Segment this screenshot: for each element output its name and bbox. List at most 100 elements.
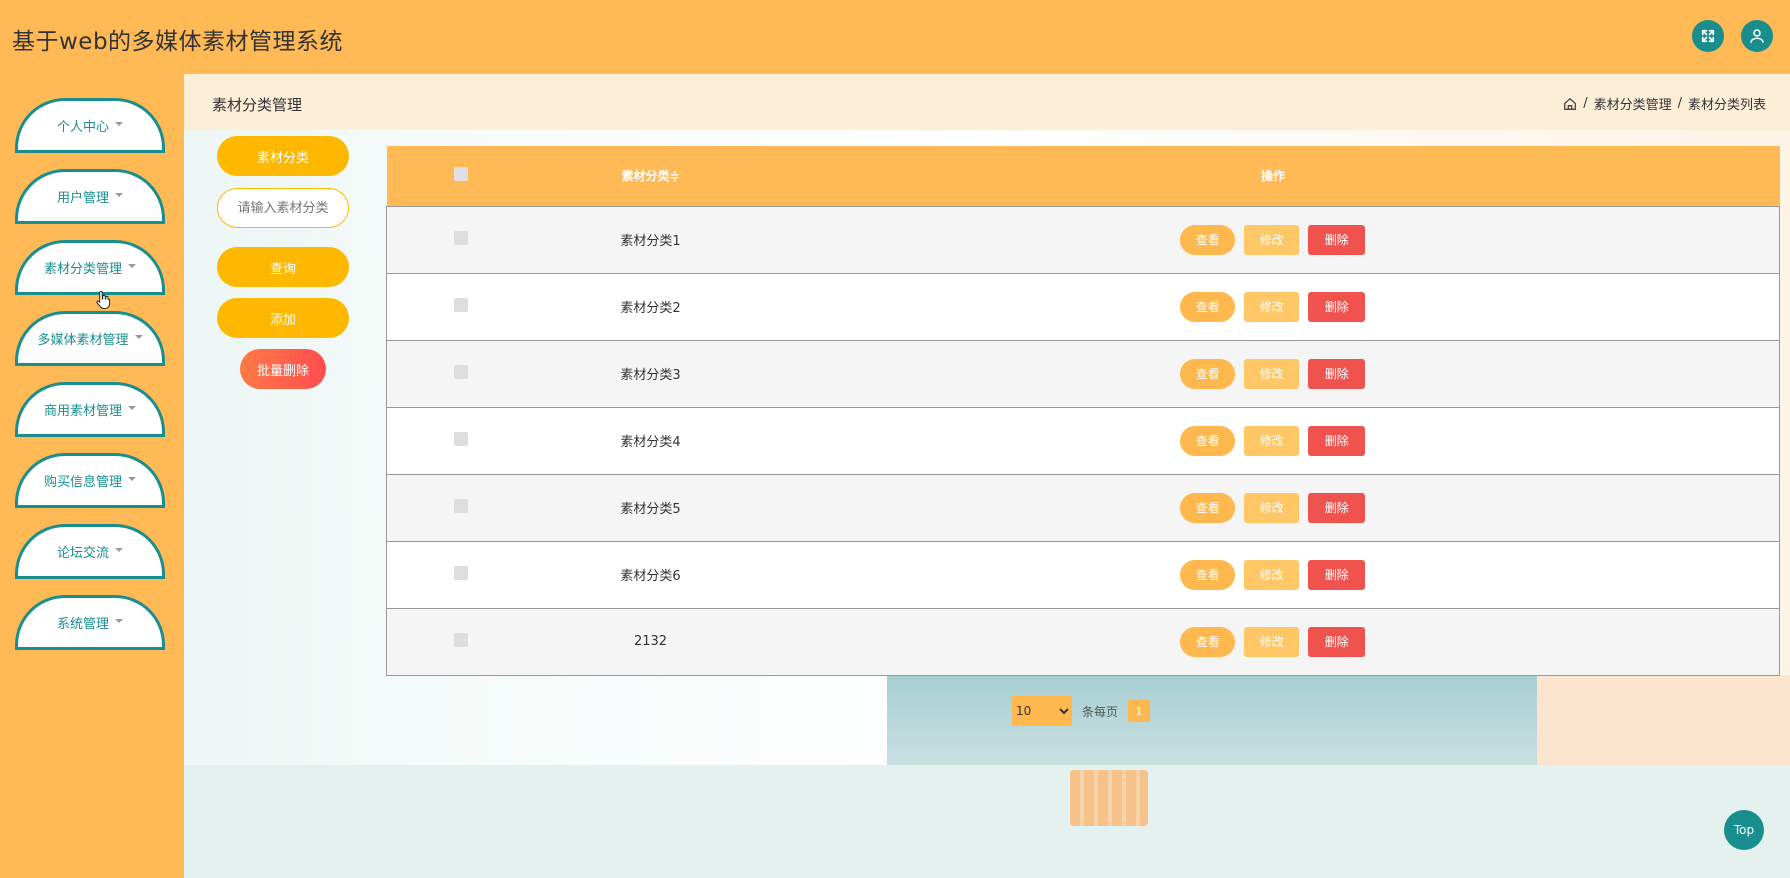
sidebar-item-personal-center[interactable]: 个人中心 <box>15 98 165 150</box>
table-row: 素材分类2 查看 修改 删除 <box>386 273 1780 340</box>
chevron-down-icon <box>128 405 136 410</box>
per-page-label: 条每页 <box>1082 704 1119 719</box>
sort-icon[interactable]: ≑ <box>669 169 679 183</box>
sidebar-item-forum[interactable]: 论坛交流 <box>15 524 165 576</box>
user-icon[interactable] <box>1741 20 1773 52</box>
sidebar-item-category-management[interactable]: 素材分类管理 <box>15 240 165 292</box>
edit-button[interactable]: 修改 <box>1244 626 1300 657</box>
pagination: 10 条每页 1 <box>1012 696 1151 726</box>
sidebar-item-commercial-management[interactable]: 商用素材管理 <box>15 382 165 434</box>
edit-button[interactable]: 修改 <box>1244 425 1300 456</box>
breadcrumb: / 素材分类管理 / 素材分类列表 <box>1563 94 1766 113</box>
row-checkbox[interactable] <box>453 498 468 513</box>
filter-label: 素材分类 <box>217 136 349 176</box>
breadcrumb-separator: / <box>1583 96 1588 111</box>
breadcrumb-bar: 素材分类管理 / 素材分类管理 / 素材分类列表 <box>184 74 1790 130</box>
row-checkbox[interactable] <box>453 297 468 312</box>
sidebar-item-label: 个人中心 <box>56 120 109 135</box>
chevron-down-icon <box>134 334 143 339</box>
table-row: 素材分类3 查看 修改 删除 <box>386 340 1780 407</box>
delete-button[interactable]: 删除 <box>1308 224 1366 255</box>
breadcrumb-separator: / <box>1677 96 1682 111</box>
table-row: 2132 查看 修改 删除 <box>386 608 1780 675</box>
table-row: 素材分类1 查看 修改 删除 <box>386 206 1780 273</box>
delete-button[interactable]: 删除 <box>1308 425 1366 456</box>
chevron-down-icon <box>115 618 123 623</box>
row-checkbox[interactable] <box>453 431 468 446</box>
top-bar: 基于web的多媒体素材管理系统 <box>0 0 1790 74</box>
view-button[interactable]: 查看 <box>1180 492 1236 523</box>
chevron-down-icon <box>115 192 123 197</box>
delete-button[interactable]: 删除 <box>1308 626 1366 657</box>
background-illustration <box>1537 675 1790 765</box>
row-checkbox[interactable] <box>453 230 468 245</box>
suitcase-illustration <box>1070 770 1148 826</box>
sidebar-item-media-management[interactable]: 多媒体素材管理 <box>15 311 165 363</box>
home-icon[interactable] <box>1563 97 1577 111</box>
category-name-cell: 素材分类4 <box>620 435 681 450</box>
background-illustration <box>887 675 1537 765</box>
edit-button[interactable]: 修改 <box>1244 358 1300 389</box>
batch-delete-button[interactable]: 批量删除 <box>240 349 326 389</box>
delete-button[interactable]: 删除 <box>1308 492 1366 523</box>
page-number-button[interactable]: 1 <box>1128 700 1151 722</box>
back-to-top-button[interactable]: Top <box>1724 810 1764 850</box>
view-button[interactable]: 查看 <box>1180 358 1236 389</box>
sidebar-item-label: 购买信息管理 <box>43 475 122 490</box>
edit-button[interactable]: 修改 <box>1244 224 1300 255</box>
delete-button[interactable]: 删除 <box>1308 358 1366 389</box>
category-name-cell: 素材分类5 <box>620 502 681 517</box>
row-checkbox[interactable] <box>453 632 468 647</box>
edit-button[interactable]: 修改 <box>1244 559 1300 590</box>
breadcrumb-item[interactable]: 素材分类管理 <box>1594 94 1672 113</box>
category-name-cell: 2132 <box>633 634 668 649</box>
column-header-ops: 操作 <box>1260 169 1285 184</box>
sidebar-item-label: 商用素材管理 <box>43 404 122 419</box>
chevron-down-icon <box>128 263 136 268</box>
select-all-checkbox[interactable] <box>453 167 468 182</box>
sidebar-item-user-management[interactable]: 用户管理 <box>15 169 165 221</box>
chevron-down-icon <box>115 547 123 552</box>
delete-button[interactable]: 删除 <box>1308 291 1366 322</box>
view-button[interactable]: 查看 <box>1180 425 1236 456</box>
sidebar-item-label: 多媒体素材管理 <box>37 333 129 348</box>
category-search-input[interactable] <box>217 188 349 228</box>
app-title: 基于web的多媒体素材管理系统 <box>12 29 344 55</box>
table-header-row: 素材分类≑ 操作 <box>386 146 1780 206</box>
page-size-select[interactable]: 10 <box>1012 696 1072 726</box>
filter-panel: 素材分类 查询 添加 批量删除 <box>197 136 353 556</box>
category-name-cell: 素材分类2 <box>620 301 681 316</box>
view-button[interactable]: 查看 <box>1180 559 1236 590</box>
table-row: 素材分类5 查看 修改 删除 <box>386 474 1780 541</box>
row-checkbox[interactable] <box>453 565 468 580</box>
main-content: 素材分类管理 / 素材分类管理 / 素材分类列表 素材分类 查询 添加 批量删除… <box>184 74 1790 878</box>
category-name-cell: 素材分类1 <box>620 234 681 249</box>
query-button[interactable]: 查询 <box>217 247 349 287</box>
category-name-cell: 素材分类6 <box>620 569 681 584</box>
sidebar-item-label: 论坛交流 <box>56 546 109 561</box>
sidebar-item-system-management[interactable]: 系统管理 <box>15 595 165 647</box>
view-button[interactable]: 查看 <box>1180 224 1236 255</box>
table-row: 素材分类6 查看 修改 删除 <box>386 541 1780 608</box>
page-title: 素材分类管理 <box>212 96 303 114</box>
fullscreen-icon[interactable] <box>1692 20 1724 52</box>
sidebar-item-label: 用户管理 <box>56 191 109 206</box>
edit-button[interactable]: 修改 <box>1244 492 1300 523</box>
sidebar-item-purchase-management[interactable]: 购买信息管理 <box>15 453 165 505</box>
chevron-down-icon <box>128 476 136 481</box>
sidebar: 个人中心 用户管理 素材分类管理 多媒体素材管理 商用素材管理 购买信息管理 论… <box>0 74 183 878</box>
edit-button[interactable]: 修改 <box>1244 291 1300 322</box>
category-name-cell: 素材分类3 <box>620 368 681 383</box>
sidebar-item-label: 系统管理 <box>56 617 109 632</box>
sidebar-item-label: 素材分类管理 <box>43 262 122 277</box>
hand-cursor-icon <box>96 290 111 309</box>
add-button[interactable]: 添加 <box>217 298 349 338</box>
view-button[interactable]: 查看 <box>1180 291 1236 322</box>
row-checkbox[interactable] <box>453 364 468 379</box>
delete-button[interactable]: 删除 <box>1308 559 1366 590</box>
category-table: 素材分类≑ 操作 素材分类1 查看 修改 删除 素材分类2 查看 修改 删除 素材分类 <box>386 146 1780 676</box>
table-row: 素材分类4 查看 修改 删除 <box>386 407 1780 474</box>
view-button[interactable]: 查看 <box>1180 626 1236 657</box>
column-header-name[interactable]: 素材分类≑ <box>535 146 767 206</box>
chevron-down-icon <box>115 121 123 126</box>
